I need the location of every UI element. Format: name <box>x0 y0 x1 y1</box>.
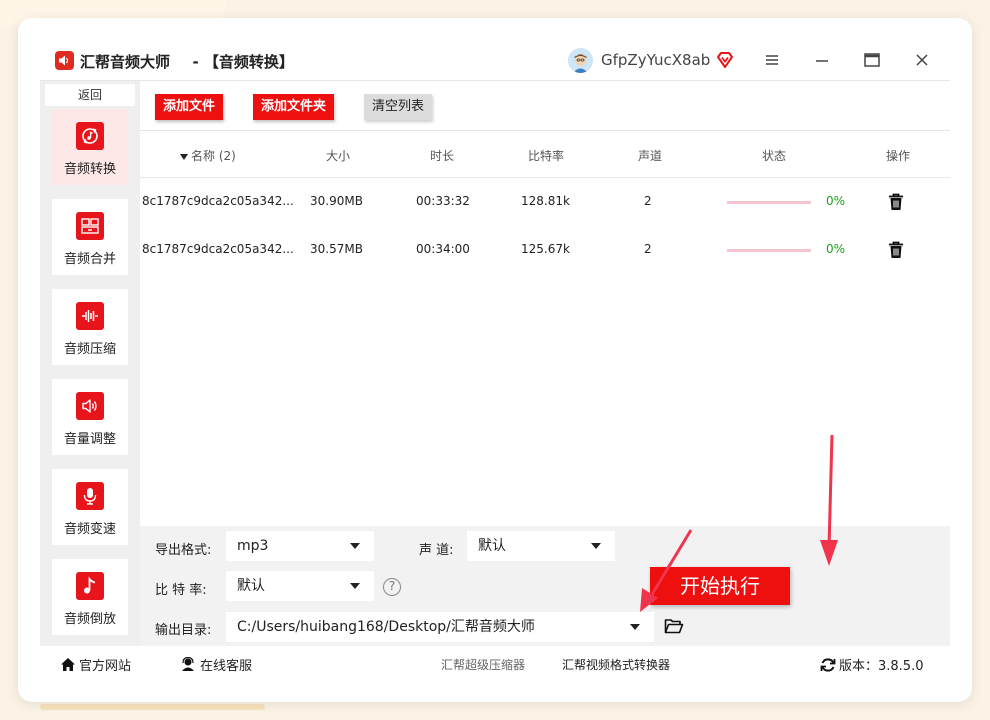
file-size: 30.90MB <box>310 194 363 208</box>
sidebar-item-label: 音频变速 <box>63 522 116 537</box>
column-header-channels: 声道 <box>638 149 663 163</box>
website-label: 官方网站 <box>79 659 132 674</box>
sidebar-item-audio-compress[interactable]: 音频压缩 <box>52 289 128 365</box>
channel-select[interactable]: 默认 <box>467 531 615 561</box>
channel-value: 默认 <box>478 538 506 554</box>
output-dir-value: C:/Users/huibang168/Desktop/汇帮音频大师 <box>237 619 535 635</box>
file-channels: 2 <box>644 242 652 256</box>
app-window: 汇帮音频大师 - 【音频转换】 GfpZyYucX8ab 返回 音频转换 音频合… <box>40 40 950 680</box>
sort-desc-icon <box>180 153 188 160</box>
bitrate-label: 比 特 率: <box>155 583 207 598</box>
delete-icon[interactable] <box>888 193 904 215</box>
progress-bar <box>727 249 811 252</box>
audio-merge-icon <box>76 212 104 240</box>
title-bar: 汇帮音频大师 - 【音频转换】 GfpZyYucX8ab <box>40 40 950 80</box>
sidebar-item-label: 音量调整 <box>63 432 116 447</box>
clear-list-button[interactable]: 清空列表 <box>364 94 432 120</box>
delete-icon[interactable] <box>888 241 904 263</box>
format-value: mp3 <box>237 538 269 554</box>
page-title: - 【音频转换】 <box>192 53 294 71</box>
toolbar: 添加文件 添加文件夹 清空列表 <box>140 81 950 131</box>
support-link[interactable]: 在线客服 <box>180 655 252 674</box>
progress-percent: 0% <box>826 194 846 208</box>
back-button[interactable]: 返回 <box>45 84 135 106</box>
column-header-bitrate: 比特率 <box>528 149 565 163</box>
version-label: 版本：3.8.5.0 <box>839 659 924 674</box>
sidebar-item-audio-speed[interactable]: 音频变速 <box>52 469 128 545</box>
customer-service-icon <box>182 656 194 671</box>
music-note-icon <box>76 572 104 600</box>
menu-icon[interactable] <box>762 50 782 70</box>
channel-label: 声 道: <box>419 543 454 558</box>
close-icon[interactable] <box>912 50 932 70</box>
add-file-button[interactable]: 添加文件 <box>155 94 223 120</box>
help-icon[interactable]: ? <box>383 578 401 596</box>
chevron-down-icon <box>350 543 360 549</box>
footer: 官方网站 在线客服 汇帮超级压缩器 汇帮视频格式转换器 版本：3.8.5.0 <box>40 646 950 680</box>
start-button[interactable]: 开始执行 <box>650 567 790 605</box>
chevron-down-icon <box>591 543 601 549</box>
bitrate-value: 默认 <box>237 578 265 594</box>
file-duration: 00:34:00 <box>416 242 470 256</box>
app-title: 汇帮音频大师 - 【音频转换】 <box>80 51 294 72</box>
chevron-down-icon <box>630 624 640 630</box>
sidebar: 返回 音频转换 音频合并 音频压缩 音量调整 音频变速 音频倒放 <box>40 81 140 646</box>
username[interactable]: GfpZyYucX8ab <box>601 51 710 69</box>
maximize-icon[interactable] <box>862 50 882 70</box>
file-name: 8c1787c9dca2c05a342... <box>142 242 294 256</box>
volume-icon <box>76 392 104 420</box>
video-converter-link[interactable]: 汇帮视频格式转换器 <box>562 656 670 673</box>
website-link[interactable]: 官方网站 <box>60 655 131 674</box>
file-bitrate: 125.67k <box>521 242 570 256</box>
file-table: 名称 (2) 大小 时长 比特率 声道 状态 操作 8c1787c9dca2c0… <box>140 131 950 526</box>
compressor-link[interactable]: 汇帮超级压缩器 <box>441 656 525 673</box>
file-size: 30.57MB <box>310 242 363 256</box>
audio-convert-icon <box>76 122 104 150</box>
refresh-icon <box>820 658 836 672</box>
format-label: 导出格式: <box>155 543 212 558</box>
audio-compress-icon <box>76 302 104 330</box>
file-name: 8c1787c9dca2c05a342... <box>142 194 294 208</box>
column-header-name[interactable]: 名称 (2) <box>180 147 236 164</box>
column-header-duration: 时长 <box>430 149 455 163</box>
format-select[interactable]: mp3 <box>226 531 374 561</box>
file-channels: 2 <box>644 194 652 208</box>
background-shape <box>40 704 265 710</box>
sidebar-item-volume[interactable]: 音量调整 <box>52 379 128 455</box>
column-header-status: 状态 <box>762 149 787 163</box>
folder-open-icon[interactable] <box>664 617 684 639</box>
table-row[interactable]: 8c1787c9dca2c05a342... 30.90MB 00:33:32 … <box>140 178 950 226</box>
sidebar-item-audio-reverse[interactable]: 音频倒放 <box>52 559 128 635</box>
version-info: 版本：3.8.5.0 <box>820 655 923 674</box>
output-dir-select[interactable]: C:/Users/huibang168/Desktop/汇帮音频大师 <box>226 612 654 642</box>
output-settings: 导出格式: mp3 声 道: 默认 比 特 率: 默认 ? 输出目录: C:/U… <box>140 526 950 646</box>
sidebar-item-audio-convert[interactable]: 音频转换 <box>52 109 128 185</box>
column-header-action: 操作 <box>886 149 911 163</box>
avatar[interactable] <box>568 48 593 73</box>
microphone-icon <box>76 482 104 510</box>
output-dir-label: 输出目录: <box>155 623 212 638</box>
app-name: 汇帮音频大师 <box>80 53 171 71</box>
sidebar-item-audio-merge[interactable]: 音频合并 <box>52 199 128 275</box>
progress-percent: 0% <box>826 242 846 256</box>
column-header-label: 名称 (2) <box>191 149 236 163</box>
chevron-down-icon <box>350 583 360 589</box>
table-row[interactable]: 8c1787c9dca2c05a342... 30.57MB 00:34:00 … <box>140 226 950 274</box>
progress-bar <box>727 201 811 204</box>
sidebar-item-label: 音频压缩 <box>63 342 116 357</box>
app-logo-icon <box>55 51 74 70</box>
add-folder-button[interactable]: 添加文件夹 <box>253 94 334 120</box>
vip-diamond-icon[interactable] <box>716 51 734 73</box>
sidebar-item-label: 音频合并 <box>63 252 116 267</box>
sidebar-item-label: 音频转换 <box>63 162 116 177</box>
bitrate-select[interactable]: 默认 <box>226 571 374 601</box>
file-bitrate: 128.81k <box>521 194 570 208</box>
sidebar-item-label: 音频倒放 <box>63 612 116 627</box>
home-icon <box>61 658 75 671</box>
minimize-icon[interactable] <box>812 50 832 70</box>
file-duration: 00:33:32 <box>416 194 470 208</box>
support-label: 在线客服 <box>200 659 253 674</box>
column-header-size: 大小 <box>326 149 351 163</box>
